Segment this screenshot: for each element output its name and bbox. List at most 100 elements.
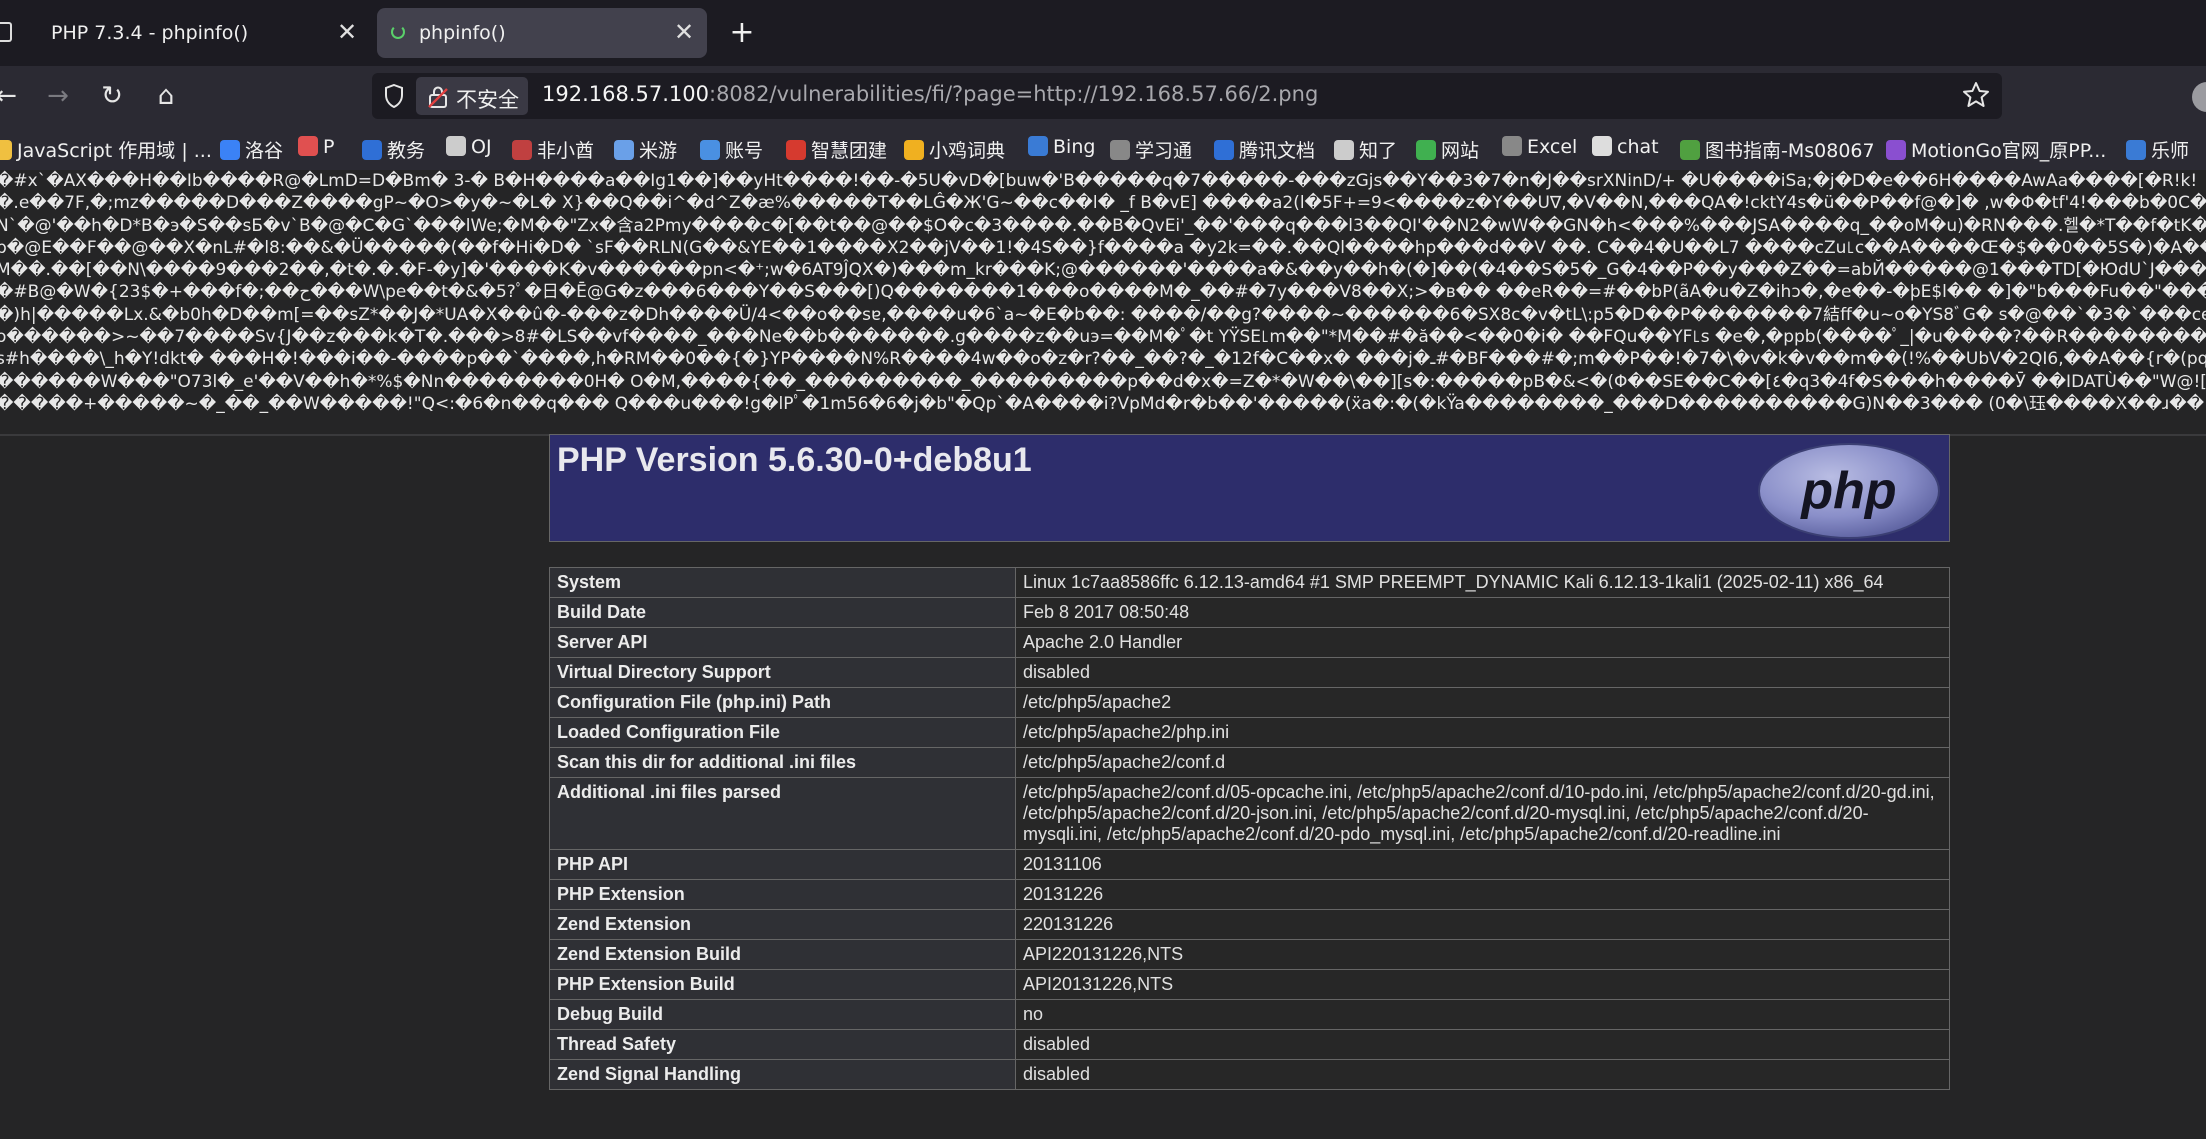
garbled-line: �#B@�W�{23$�+���f�;��ح���W\pe��t�&�5?ﾟ�日… xyxy=(0,282,2206,303)
bookmark-19[interactable]: 乐师 xyxy=(2126,136,2189,163)
row-key: Server API xyxy=(549,627,1016,658)
close-tab-icon[interactable]: ✕ xyxy=(669,17,699,47)
new-tab-button[interactable]: + xyxy=(724,16,760,52)
row-value: 20131106 xyxy=(1015,849,1950,880)
robot-icon xyxy=(1502,136,1522,156)
bookmark-4[interactable]: OJ xyxy=(446,136,492,158)
bookmark-9[interactable]: 小鸡词典 xyxy=(904,136,1005,163)
url-text[interactable]: 192.168.57.100:8082/vulnerabilities/fi/?… xyxy=(542,82,1318,106)
badge-icon xyxy=(786,140,806,160)
bookmark-17[interactable]: 图书指南-Ms08067 xyxy=(1680,136,1875,163)
bookmarks-toolbar: JavaScript 作用域 | ... 洛谷 P 教务 OJ 非小酋 米游 账号 智慧团建 小鸡… xyxy=(0,126,2206,170)
row-value: /etc/php5/apache2/php.ini xyxy=(1015,717,1950,748)
tab-list-icon[interactable] xyxy=(0,22,12,42)
bookmark-label: 米游 xyxy=(639,140,678,162)
garbled-line: �����+�����~�_��_��W�����!"Q<:�6�n��q���… xyxy=(0,393,2205,414)
row-key: Build Date xyxy=(549,597,1016,628)
table-row: PHP Extension 20131226 xyxy=(549,879,1950,910)
table-row: Server API Apache 2.0 Handler xyxy=(549,627,1950,658)
bookmark-label: 账号 xyxy=(725,140,764,162)
table-row: Loaded Configuration File/etc/php5/apach… xyxy=(549,717,1950,748)
bookmark-15[interactable]: Excel xyxy=(1502,136,1577,158)
garbled-line: �)h|�����Lx.&�b0h�D��m[=��sZ*��J�*UA�X��… xyxy=(0,304,2206,325)
bookmark-10[interactable]: Bing xyxy=(1028,136,1095,158)
row-value: Linux 1c7aa8586ffc 6.12.13-amd64 #1 SMP … xyxy=(1015,567,1950,598)
bookmark-3[interactable]: 教务 xyxy=(362,136,425,163)
bookmark-1[interactable]: 洛谷 xyxy=(220,136,283,163)
bookmark-8[interactable]: 智慧团建 xyxy=(786,136,887,163)
row-value: disabled xyxy=(1015,657,1950,688)
globe-icon xyxy=(1334,140,1354,160)
row-value: Feb 8 2017 08:50:48 xyxy=(1015,597,1950,628)
bookmark-label: JavaScript 作用域 | ... xyxy=(17,140,212,162)
table-row: System Linux 1c7aa8586ffc 6.12.13-amd64 #… xyxy=(549,567,1950,598)
bookmark-16[interactable]: chat xyxy=(1592,136,1659,158)
music-icon xyxy=(2126,140,2146,160)
site-security-button[interactable]: 不安全 xyxy=(416,77,528,115)
phpinfo-table: System Linux 1c7aa8586ffc 6.12.13-amd64 #… xyxy=(549,567,1950,1090)
chart-icon xyxy=(700,140,720,160)
bookmark-18[interactable]: MotionGo官网_原PP... xyxy=(1886,136,2106,163)
table-row: PHP API 20131106 xyxy=(549,849,1950,880)
bookmark-13[interactable]: 知了 xyxy=(1334,136,1397,163)
table-row: Additional .ini files parsed/etc/php5/ap… xyxy=(549,777,1950,850)
address-bar[interactable]: 不安全 192.168.57.100:8082/vulnerabilities/… xyxy=(372,73,2002,119)
link-icon xyxy=(298,136,318,156)
close-tab-icon[interactable]: ✕ xyxy=(332,17,362,47)
bookmark-label: OJ xyxy=(471,136,492,158)
table-row: Virtual Directory Support disabled xyxy=(549,657,1950,688)
garbled-line: o������>~��7����Sv{J��z���k�T�.���>8#�LS… xyxy=(0,327,2206,348)
tab-phpinfo-active[interactable]: phpinfo() ✕ xyxy=(377,8,707,58)
bookmark-6[interactable]: 米游 xyxy=(614,136,677,163)
chat-icon xyxy=(1592,136,1612,156)
search-icon xyxy=(1028,136,1048,156)
row-value: /etc/php5/apache2 xyxy=(1015,687,1950,718)
row-value: API20131226,NTS xyxy=(1015,969,1950,1000)
bookmark-label: Excel xyxy=(1527,136,1578,158)
garbled-line: b�@E��F��@��X�nL#�l8:��&�Ü�����(��f�Hi�D… xyxy=(0,237,2206,258)
row-value: /etc/php5/apache2/conf.d/05-opcache.ini,… xyxy=(1015,777,1950,850)
globe-icon xyxy=(0,140,12,160)
row-key: Loaded Configuration File xyxy=(549,717,1016,748)
row-value: /etc/php5/apache2/conf.d xyxy=(1015,747,1950,778)
navigation-toolbar: ← → ↻ ⌂ 不安全 192.168.57.100:8082/vulnerab… xyxy=(0,66,2206,126)
bookmark-label: chat xyxy=(1617,136,1659,158)
bookmark-14[interactable]: 网站 xyxy=(1416,136,1479,163)
tab-php734-phpinfo[interactable]: PHP 7.3.4 - phpinfo() ✕ xyxy=(14,8,368,58)
garbled-line: �.e��7F,�;mz�����D���Z����gP~�O>�y�~�L� … xyxy=(0,193,2206,214)
bookmark-label: P xyxy=(323,136,335,158)
row-key: Virtual Directory Support xyxy=(549,657,1016,688)
row-value: no xyxy=(1015,999,1950,1030)
table-row: Scan this dir for additional .ini files /… xyxy=(549,747,1950,778)
loading-icon xyxy=(391,25,405,39)
bookmark-11[interactable]: 学习通 xyxy=(1110,136,1192,163)
back-button[interactable]: ← xyxy=(0,78,24,114)
bookmark-2[interactable]: P xyxy=(298,136,334,158)
php-logo-icon[interactable]: php xyxy=(1757,442,1941,540)
row-value: disabled xyxy=(1015,1059,1950,1090)
table-row: Build Date Feb 8 2017 08:50:48 xyxy=(549,597,1950,628)
table-row: Zend Signal Handling disabled xyxy=(549,1059,1950,1090)
row-key: Scan this dir for additional .ini files xyxy=(549,747,1016,778)
bookmark-5[interactable]: 非小酋 xyxy=(512,136,594,163)
insecure-label: 不安全 xyxy=(456,88,519,112)
bookmark-12[interactable]: 腾讯文档 xyxy=(1214,136,1315,163)
row-value: disabled xyxy=(1015,1029,1950,1060)
bookmark-label: 腾讯文档 xyxy=(1239,140,1316,162)
bookmark-0[interactable]: JavaScript 作用域 | ... xyxy=(0,136,212,163)
bookmark-label: 洛谷 xyxy=(245,140,284,162)
table-row: Thread Safety disabled xyxy=(549,1029,1950,1060)
tab-title: phpinfo() xyxy=(419,22,506,44)
url-path: :8082/vulnerabilities/fi/?page=http://19… xyxy=(709,82,1319,106)
home-button[interactable]: ⌂ xyxy=(148,78,184,114)
luogu-icon xyxy=(220,140,240,160)
row-key: Zend Extension xyxy=(549,909,1016,940)
shield-icon[interactable] xyxy=(384,84,404,108)
forward-button[interactable]: → xyxy=(40,78,76,114)
row-value: 220131226 xyxy=(1015,909,1950,940)
bookmark-7[interactable]: 账号 xyxy=(700,136,763,163)
bookmark-star-icon[interactable] xyxy=(1962,81,1990,109)
bookmark-label: 知了 xyxy=(1359,140,1398,162)
reload-button[interactable]: ↻ xyxy=(94,78,130,114)
row-value: API220131226,NTS xyxy=(1015,939,1950,970)
